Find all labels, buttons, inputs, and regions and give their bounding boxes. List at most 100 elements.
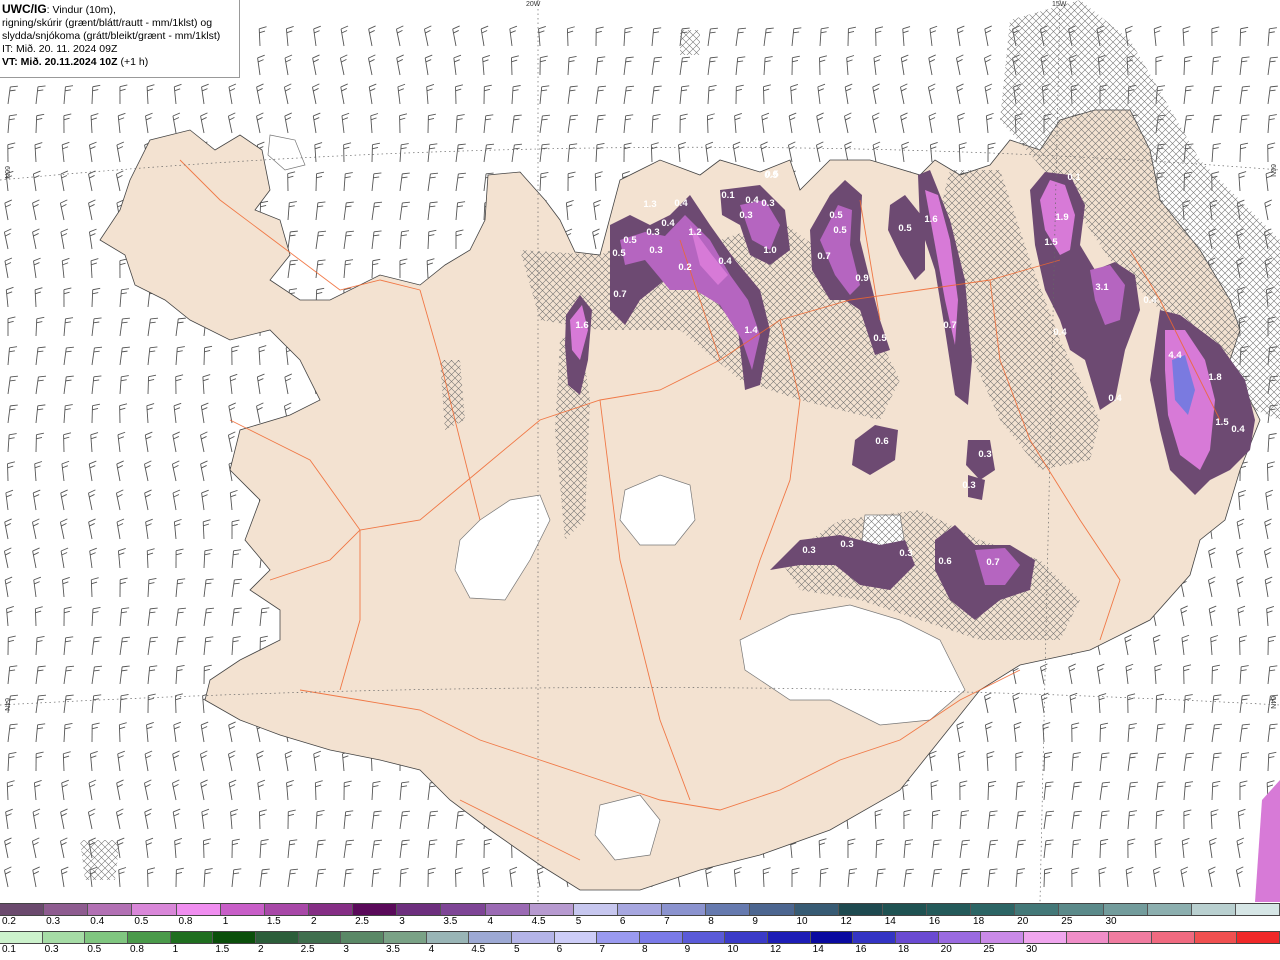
- wind-barb: [199, 431, 209, 453]
- wind-barb: [620, 112, 634, 135]
- legend-tick-label: 7: [599, 944, 605, 955]
- wind-barb: [955, 54, 965, 76]
- legend-swatch: [1194, 932, 1238, 943]
- wind-barb: [592, 54, 606, 77]
- wind-barb: [816, 112, 825, 134]
- wind-barb: [60, 547, 69, 569]
- wind-barb: [115, 170, 125, 192]
- legend-tick-label: 0.8: [178, 916, 193, 927]
- wind-barb: [396, 866, 409, 889]
- wind-barb: [368, 112, 379, 134]
- wind-barb: [816, 866, 829, 889]
- wind-barb: [676, 83, 690, 106]
- precip-value-label: 1.6: [575, 320, 588, 331]
- wind-barb: [60, 402, 74, 425]
- legend-tick-label: 20: [1017, 916, 1029, 927]
- wind-barb: [32, 170, 41, 192]
- legend-swatch: [132, 904, 177, 915]
- wind-barb: [284, 779, 295, 801]
- wind-barb: [200, 402, 209, 424]
- wind-barb: [983, 692, 993, 714]
- wind-barb: [396, 257, 408, 280]
- wind-barb: [88, 112, 99, 134]
- wind-barb: [144, 692, 157, 715]
- wind-barb: [1264, 54, 1279, 77]
- wind-barb: [1264, 25, 1278, 48]
- wind-barb: [32, 315, 45, 338]
- wind-barb: [60, 779, 70, 801]
- wind-barb: [928, 866, 943, 889]
- legend-swatch: [353, 904, 398, 915]
- weather-map[interactable]: 1.3 0.40.50.30.40.5 0.31.20.70.20.10.30.40…: [0, 0, 1280, 902]
- wind-barb: [88, 634, 103, 657]
- wind-barb: [171, 460, 181, 482]
- wind-barb: [928, 837, 942, 860]
- legend-swatch: [1237, 932, 1280, 943]
- wind-barb: [1180, 634, 1190, 656]
- precip-value-label: 1.5: [1215, 417, 1229, 428]
- wind-barb: [59, 518, 69, 540]
- wind-barb: [4, 518, 13, 540]
- lat-label-64n-right: 64N: [1269, 696, 1276, 709]
- precip-value-label: 0.3: [899, 548, 912, 559]
- wind-barb: [88, 721, 101, 744]
- wind-barb: [844, 83, 853, 105]
- wind-barb: [480, 54, 491, 76]
- precip-value-label: 1.5: [1044, 237, 1058, 248]
- wind-barb: [60, 141, 70, 163]
- wind-barb: [144, 837, 154, 859]
- precip-value-label: 0.3: [649, 245, 662, 256]
- snow-legend-swatches: [0, 903, 1280, 916]
- legend-swatch: [213, 932, 257, 943]
- wind-barb: [312, 199, 326, 222]
- wind-barb: [1180, 721, 1195, 744]
- wind-barb: [1152, 721, 1166, 744]
- precip-value-label: 0.4: [661, 218, 675, 229]
- wind-barb: [1040, 750, 1053, 773]
- legend-swatch: [810, 932, 854, 943]
- wind-barb: [564, 83, 579, 106]
- wind-barb: [88, 750, 99, 772]
- wind-barb: [88, 431, 99, 453]
- wind-barb: [60, 431, 72, 454]
- wind-barb: [368, 25, 377, 47]
- wind-barb: [200, 83, 210, 105]
- wind-barb: [899, 83, 909, 105]
- wind-barb: [88, 83, 101, 106]
- wind-barb: [1208, 779, 1221, 802]
- wind-barb: [340, 199, 355, 222]
- wind-barb: [200, 808, 210, 830]
- wind-barb: [452, 141, 467, 164]
- wind-barb: [872, 866, 887, 889]
- valid-time-offset: (+1 h): [117, 56, 149, 68]
- wind-barb: [228, 489, 238, 511]
- lat-label-66n-right: 66N: [1269, 164, 1276, 177]
- wind-barb: [480, 866, 491, 888]
- legend-swatch: [794, 904, 839, 915]
- wind-barb: [32, 228, 41, 250]
- wind-barb: [60, 750, 72, 772]
- snow-legend: 0.2 0.3 0.4 0.5 0.8 1 1.5 2 2.5 3 3.5 4 4.5 5 6 7 8 9 10 12…: [0, 903, 1280, 929]
- wind-barb: [396, 228, 410, 251]
- wind-barb: [228, 373, 238, 395]
- wind-barb: [1208, 692, 1222, 715]
- wind-barb: [284, 25, 295, 47]
- wind-barb: [60, 663, 75, 686]
- wind-barb: [4, 112, 18, 135]
- legend-tick-label: 9: [684, 944, 691, 955]
- wind-barb: [1208, 141, 1222, 164]
- wind-barb: [592, 199, 602, 221]
- wind-barb: [32, 344, 47, 367]
- legend-swatch: [485, 904, 530, 915]
- wind-barb: [228, 837, 241, 860]
- wind-barb: [1236, 83, 1251, 106]
- wind-barb: [1012, 866, 1026, 889]
- wind-barb: [144, 83, 155, 105]
- wind-barb: [480, 112, 494, 135]
- wind-barb: [60, 721, 73, 744]
- wind-barb: [144, 315, 159, 338]
- wind-barb: [32, 663, 47, 686]
- wind-barb: [60, 286, 72, 309]
- legend-tick-label: 0.5: [87, 944, 102, 955]
- wind-barb: [872, 54, 882, 76]
